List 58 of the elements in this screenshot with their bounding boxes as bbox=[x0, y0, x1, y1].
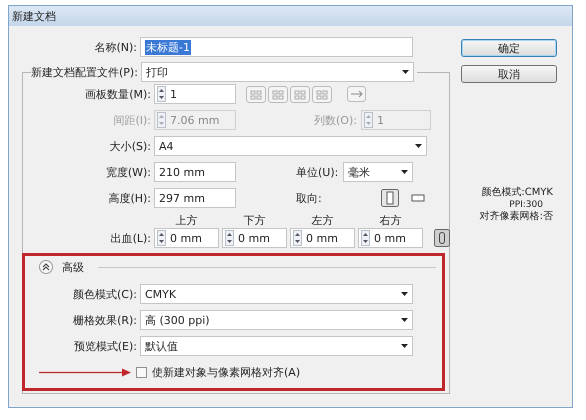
height-field[interactable]: 297 mm bbox=[154, 188, 236, 208]
collapse-icon[interactable] bbox=[39, 260, 53, 274]
field-label: 新建文档配置文件(P): bbox=[31, 64, 138, 80]
dialog-button[interactable]: 确定 bbox=[461, 39, 557, 57]
spinner-arrows-icon bbox=[157, 86, 166, 102]
field-label: 出血(L): bbox=[110, 230, 151, 246]
name-field[interactable]: 未标题-1 bbox=[140, 37, 413, 57]
dropdown-caret-icon bbox=[401, 344, 408, 348]
dropdown-caret-icon bbox=[401, 170, 408, 174]
column-label: 上方 bbox=[174, 213, 198, 227]
field-label: 间距(I): bbox=[112, 112, 151, 128]
checkbox-label: 使新建对象与像素网格对齐(A) bbox=[152, 364, 300, 380]
dropdown-field[interactable]: 默认值 bbox=[140, 336, 413, 356]
field-label: 颜色模式(C): bbox=[72, 286, 137, 302]
field-label: 宽度(W): bbox=[104, 164, 151, 180]
spinner-field[interactable]: 0 mm bbox=[290, 228, 355, 248]
spinner-arrows-icon bbox=[364, 112, 373, 128]
dropdown-field[interactable]: CMYK bbox=[140, 284, 413, 304]
summary-text: PPI:300 bbox=[509, 199, 543, 210]
spinner-arrows-icon bbox=[157, 112, 166, 128]
field-label: 预览模式(E): bbox=[72, 338, 137, 354]
checkbox[interactable] bbox=[136, 366, 147, 378]
window-title: 新建文档 bbox=[12, 8, 56, 24]
field-label: 取向: bbox=[296, 190, 323, 206]
field-label: 列数(O): bbox=[314, 112, 358, 128]
dropdown-caret-icon bbox=[402, 70, 409, 74]
field-label: 栅格效果(R): bbox=[72, 312, 137, 328]
field-label: 高度(H): bbox=[107, 190, 151, 206]
width-field[interactable]: 210 mm bbox=[154, 162, 236, 182]
arrow-right-icon[interactable] bbox=[347, 86, 366, 102]
spinner-field[interactable]: 1 bbox=[154, 84, 236, 104]
spinner-field[interactable]: 0 mm bbox=[222, 228, 287, 248]
summary-text: 颜色模式:CMYK bbox=[481, 187, 553, 199]
field-label: 单位(U): bbox=[296, 164, 340, 180]
dropdown-caret-icon bbox=[415, 144, 422, 148]
column-label: 下方 bbox=[242, 213, 266, 227]
column-label: 右方 bbox=[378, 213, 402, 227]
spinner-arrows-icon bbox=[293, 230, 302, 246]
field-label: 大小(S): bbox=[108, 138, 151, 154]
dropdown-caret-icon bbox=[401, 318, 408, 322]
units-dropdown[interactable]: 毫米 bbox=[343, 162, 413, 182]
spinner-field[interactable]: 0 mm bbox=[358, 228, 423, 248]
profile-dropdown[interactable]: 打印 bbox=[140, 62, 414, 82]
field-label: 画板数量(M): bbox=[84, 86, 151, 102]
spinner-arrows-icon bbox=[225, 230, 234, 246]
spinner-arrows-icon bbox=[157, 230, 166, 246]
column-label: 左方 bbox=[310, 213, 334, 227]
orientation-icon[interactable] bbox=[381, 189, 399, 207]
dropdown-field[interactable]: 高 (300 ppi) bbox=[140, 310, 413, 330]
summary-text: 对齐像素网格:否 bbox=[480, 211, 553, 223]
section-label: 高级 bbox=[62, 260, 84, 274]
dropdown-caret-icon bbox=[401, 292, 408, 296]
spinner-field[interactable]: 0 mm bbox=[154, 228, 219, 248]
chain-link-icon[interactable] bbox=[434, 229, 450, 247]
dialog-button[interactable]: 取消 bbox=[461, 65, 557, 83]
spinner-arrows-icon bbox=[361, 230, 370, 246]
field-label: 名称(N): bbox=[93, 40, 137, 54]
size-dropdown[interactable]: A4 bbox=[154, 136, 427, 156]
